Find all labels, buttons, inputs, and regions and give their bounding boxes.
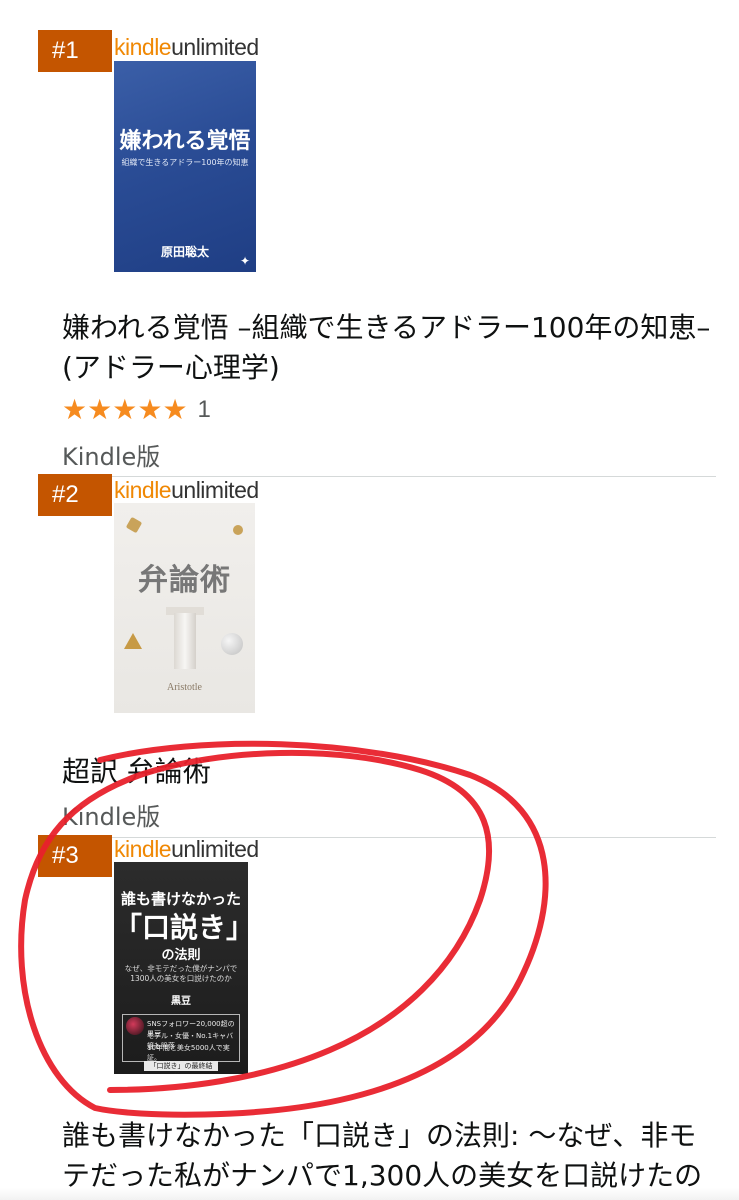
book-cover[interactable]: 誰も書けなかった 「口説き」 の法則 なぜ、非モテだった僕がナンパで1300人の… xyxy=(114,862,248,1074)
cover-author: 原田聡太 xyxy=(160,245,209,259)
cover-subtitle: なぜ、非モテだった僕がナンパで1300人の美女を口説けたのか xyxy=(124,964,238,983)
book-title[interactable]: 超訳 弁論術 xyxy=(62,752,712,792)
cover-subtitle: 組織で生きるアドラー100年の知恵 xyxy=(121,158,249,167)
star-icon: ★ xyxy=(112,393,138,426)
rank-badge: #2 xyxy=(38,474,112,516)
cover-title: 嫌われる覚悟 xyxy=(119,129,251,154)
star-icon: ★ xyxy=(137,393,163,426)
cover-footer: 「口説き」の最終結論。 xyxy=(144,1061,218,1074)
bottom-edge-shade xyxy=(0,1188,739,1200)
star-rating[interactable]: ★ ★ ★ ★ ★ 1 xyxy=(62,393,211,427)
gold-sphere-icon xyxy=(233,525,243,535)
cover-title: 弁論術 xyxy=(138,563,231,598)
cover-blurb-box: SNSフォロワー20,000超の黒豆 モデル・女優・No.1キャバ嬢も陥落 10… xyxy=(122,1014,240,1062)
book-cover[interactable]: 嫌われる覚悟 組織で生きるアドラー100年の知恵 原田聡太 ✦ xyxy=(114,61,256,272)
gold-cube-icon xyxy=(125,516,143,534)
kindle-unlimited-logo: kindleunlimited xyxy=(114,34,259,60)
cover-title: 「口説き」 xyxy=(114,911,248,944)
review-count[interactable]: 1 xyxy=(198,396,211,424)
sparkle-icon: ✦ xyxy=(239,254,250,268)
red-annotation-circle xyxy=(18,740,549,1118)
book-cover[interactable]: 弁論術 Aristotle xyxy=(114,503,255,713)
format-label[interactable]: Kindle版 xyxy=(62,797,160,832)
kindle-unlimited-logo: kindleunlimited xyxy=(114,836,259,862)
gold-pyramid-icon xyxy=(124,633,142,649)
format-label[interactable]: Kindle版 xyxy=(62,437,160,472)
author-avatar xyxy=(126,1017,144,1035)
star-icon: ★ xyxy=(87,393,113,426)
column-icon xyxy=(174,613,196,669)
star-icon: ★ xyxy=(162,393,188,426)
silver-sphere-icon xyxy=(221,633,243,655)
kindle-unlimited-logo: kindleunlimited xyxy=(114,477,259,503)
cover-author: Aristotle xyxy=(167,682,202,693)
rank-badge: #3 xyxy=(38,835,112,877)
cover-author: 黒豆 xyxy=(171,996,191,1007)
rank-badge: #1 xyxy=(38,30,112,72)
cover-line: の法則 xyxy=(161,948,201,963)
star-icon: ★ xyxy=(62,393,88,426)
book-title[interactable]: 嫌われる覚悟 –組織で生きるアドラー100年の知恵– (アドラー心理学) xyxy=(62,308,712,388)
